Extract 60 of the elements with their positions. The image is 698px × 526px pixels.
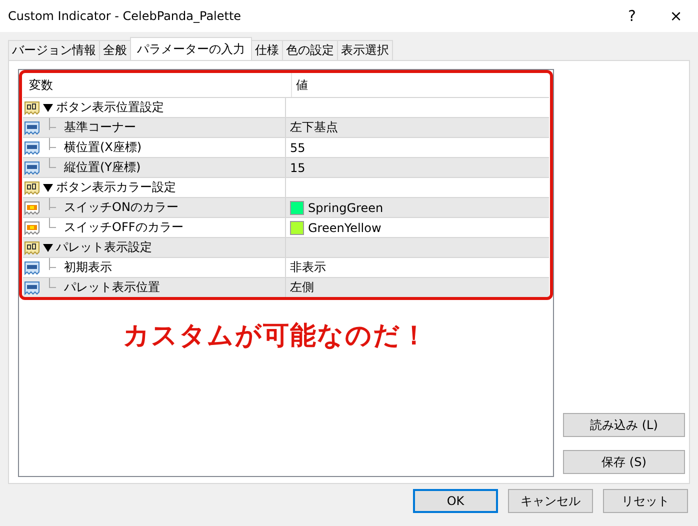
help-button[interactable]: ? — [610, 0, 654, 32]
parameter-row[interactable]: ボタン表示カラー設定 — [23, 177, 549, 197]
side-button[interactable]: 保存 (S) — [563, 450, 685, 474]
dialog-button[interactable]: OK — [413, 489, 498, 513]
column-header: 変数 — [28, 76, 54, 94]
dialog-button[interactable]: リセット — [603, 489, 688, 513]
parameter-value: 15 — [290, 160, 306, 174]
tab[interactable]: バージョン情報 — [8, 40, 100, 60]
text-type-icon — [24, 100, 40, 116]
number-type-icon — [24, 140, 40, 156]
tree-line — [49, 118, 58, 130]
parameter-name: ボタン表示カラー設定 — [56, 179, 176, 196]
tree-line — [49, 138, 58, 150]
parameter-name: 基準コーナー — [64, 119, 136, 136]
parameter-value: GreenYellow — [308, 220, 382, 234]
parameter-name: スイッチONのカラー — [64, 199, 178, 216]
parameter-row[interactable]: ボタン表示位置設定 — [23, 97, 549, 117]
parameter-row[interactable]: 初期表示 非表示 — [23, 257, 549, 277]
parameter-row[interactable]: 縦位置(Y座標) 15 — [23, 157, 549, 177]
parameter-value: 左下基点 — [290, 119, 338, 136]
parameter-row[interactable]: パレット表示設定 — [23, 237, 549, 257]
parameter-name: パレット表示位置 — [64, 279, 160, 296]
annotation-text: カスタムが可能なのだ！ — [123, 320, 428, 353]
tree-line — [49, 198, 58, 210]
tree-line — [49, 218, 58, 228]
color-type-icon — [24, 200, 40, 216]
close-button[interactable]: × — [654, 0, 698, 32]
expand-icon[interactable] — [43, 182, 53, 192]
tree-line — [49, 258, 58, 270]
color-type-icon — [24, 220, 40, 236]
parameter-value: 55 — [290, 140, 306, 154]
tree-line — [49, 158, 58, 168]
expand-icon[interactable] — [43, 242, 53, 252]
parameter-value: SpringGreen — [308, 200, 384, 214]
text-type-icon — [24, 240, 40, 256]
parameter-row[interactable]: パレット表示位置 左側 — [23, 277, 549, 297]
tree-line — [49, 278, 58, 288]
parameter-value: 非表示 — [290, 259, 326, 276]
parameter-value: 左側 — [290, 279, 314, 296]
tab[interactable]: 表示選択 — [337, 40, 393, 60]
expand-icon[interactable] — [43, 102, 53, 112]
parameter-row[interactable]: 横位置(X座標) 55 — [23, 137, 549, 157]
text-type-icon — [24, 180, 40, 196]
number-type-icon — [24, 280, 40, 296]
parameter-name: 縦位置(Y座標) — [64, 159, 141, 176]
parameter-name: 横位置(X座標) — [64, 139, 142, 156]
parameter-name: パレット表示設定 — [56, 239, 152, 256]
parameter-name: ボタン表示位置設定 — [56, 99, 164, 116]
parameter-name: スイッチOFFのカラー — [64, 219, 184, 236]
side-button[interactable]: 読み込み (L) — [563, 413, 685, 437]
parameter-row[interactable]: スイッチOFFのカラー GreenYellow — [23, 217, 549, 237]
parameter-name: 初期表示 — [64, 259, 112, 276]
window-title: Custom Indicator - CelebPanda_Palette — [8, 9, 242, 23]
number-type-icon — [24, 120, 40, 136]
parameter-row[interactable]: 基準コーナー 左下基点 — [23, 117, 549, 137]
dialog-button[interactable]: キャンセル — [508, 489, 593, 513]
tab[interactable]: パラメーターの入力 — [130, 37, 252, 60]
number-type-icon — [24, 160, 40, 176]
parameter-row[interactable]: スイッチONのカラー SpringGreen — [23, 197, 549, 217]
number-type-icon — [24, 260, 40, 276]
